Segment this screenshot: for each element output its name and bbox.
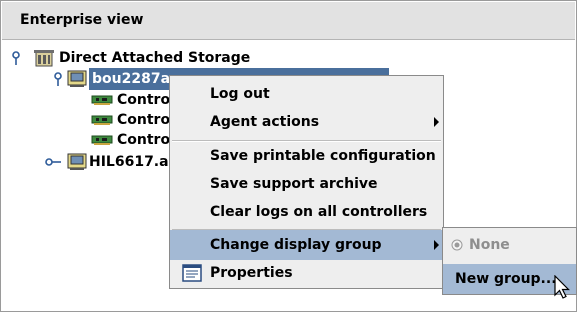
menu-item-clear-logs[interactable]: Clear logs on all controllers	[170, 197, 443, 227]
menu-item-agent-actions[interactable]: Agent actions	[170, 107, 443, 137]
storage-building-icon	[34, 50, 54, 67]
tree-item-label: Contro	[117, 92, 171, 108]
tree-item-label: Contro	[117, 112, 171, 128]
expand-handle-icon[interactable]	[53, 71, 67, 87]
tree-item-controller[interactable]: Contro	[7, 89, 177, 111]
menu-item-label: Agent actions	[210, 114, 320, 130]
menu-item-label: Save support archive	[210, 176, 378, 192]
submenu-arrow-icon	[434, 117, 439, 127]
radio-selected-icon[interactable]	[451, 239, 463, 251]
server-icon	[67, 70, 87, 87]
controller-card-icon	[91, 95, 113, 105]
submenu-item-none[interactable]: None	[443, 230, 576, 260]
menu-item-label: Clear logs on all controllers	[210, 204, 428, 220]
panel-header: Enterprise view	[2, 2, 575, 40]
tree-item-controller[interactable]: Contro	[7, 129, 177, 151]
menu-item-save-printable-configuration[interactable]: Save printable configuration	[170, 141, 443, 171]
controller-card-icon	[91, 115, 113, 125]
tree-item-label: HIL6617.ac	[89, 154, 177, 170]
menu-item-label: Change display group	[210, 237, 382, 253]
tree-item-label: Contro	[117, 132, 171, 148]
tree-item-server-hil6617[interactable]: HIL6617.ac	[7, 151, 177, 173]
server-icon	[67, 153, 87, 170]
menu-item-change-display-group[interactable]: Change display group	[170, 230, 443, 260]
expand-handle-icon[interactable]	[11, 50, 25, 66]
panel-title: Enterprise view	[20, 12, 144, 28]
enterprise-view-panel: Enterprise view Direct Attached Storage …	[0, 0, 577, 312]
menu-item-save-support-archive[interactable]: Save support archive	[170, 169, 443, 199]
properties-document-icon	[182, 264, 202, 282]
menu-item-label: Log out	[210, 86, 270, 102]
tree-item-label: Direct Attached Storage	[59, 50, 251, 66]
menu-item-label: Properties	[210, 265, 293, 281]
context-menu: Log out Agent actions Save printable con…	[169, 75, 444, 289]
menu-item-label: None	[469, 237, 510, 253]
mouse-cursor-icon	[554, 275, 570, 299]
menu-item-label: Save printable configuration	[210, 148, 436, 164]
menu-item-log-out[interactable]: Log out	[170, 79, 443, 109]
menu-item-properties[interactable]: Properties	[170, 258, 443, 288]
menu-item-label: New group...	[455, 271, 557, 287]
controller-card-icon	[91, 135, 113, 145]
submenu-arrow-icon	[434, 240, 439, 250]
tree-item-direct-attached-storage[interactable]: Direct Attached Storage	[7, 47, 307, 69]
collapsed-handle-icon[interactable]	[45, 154, 63, 170]
tree-item-controller[interactable]: Contro	[7, 109, 177, 131]
